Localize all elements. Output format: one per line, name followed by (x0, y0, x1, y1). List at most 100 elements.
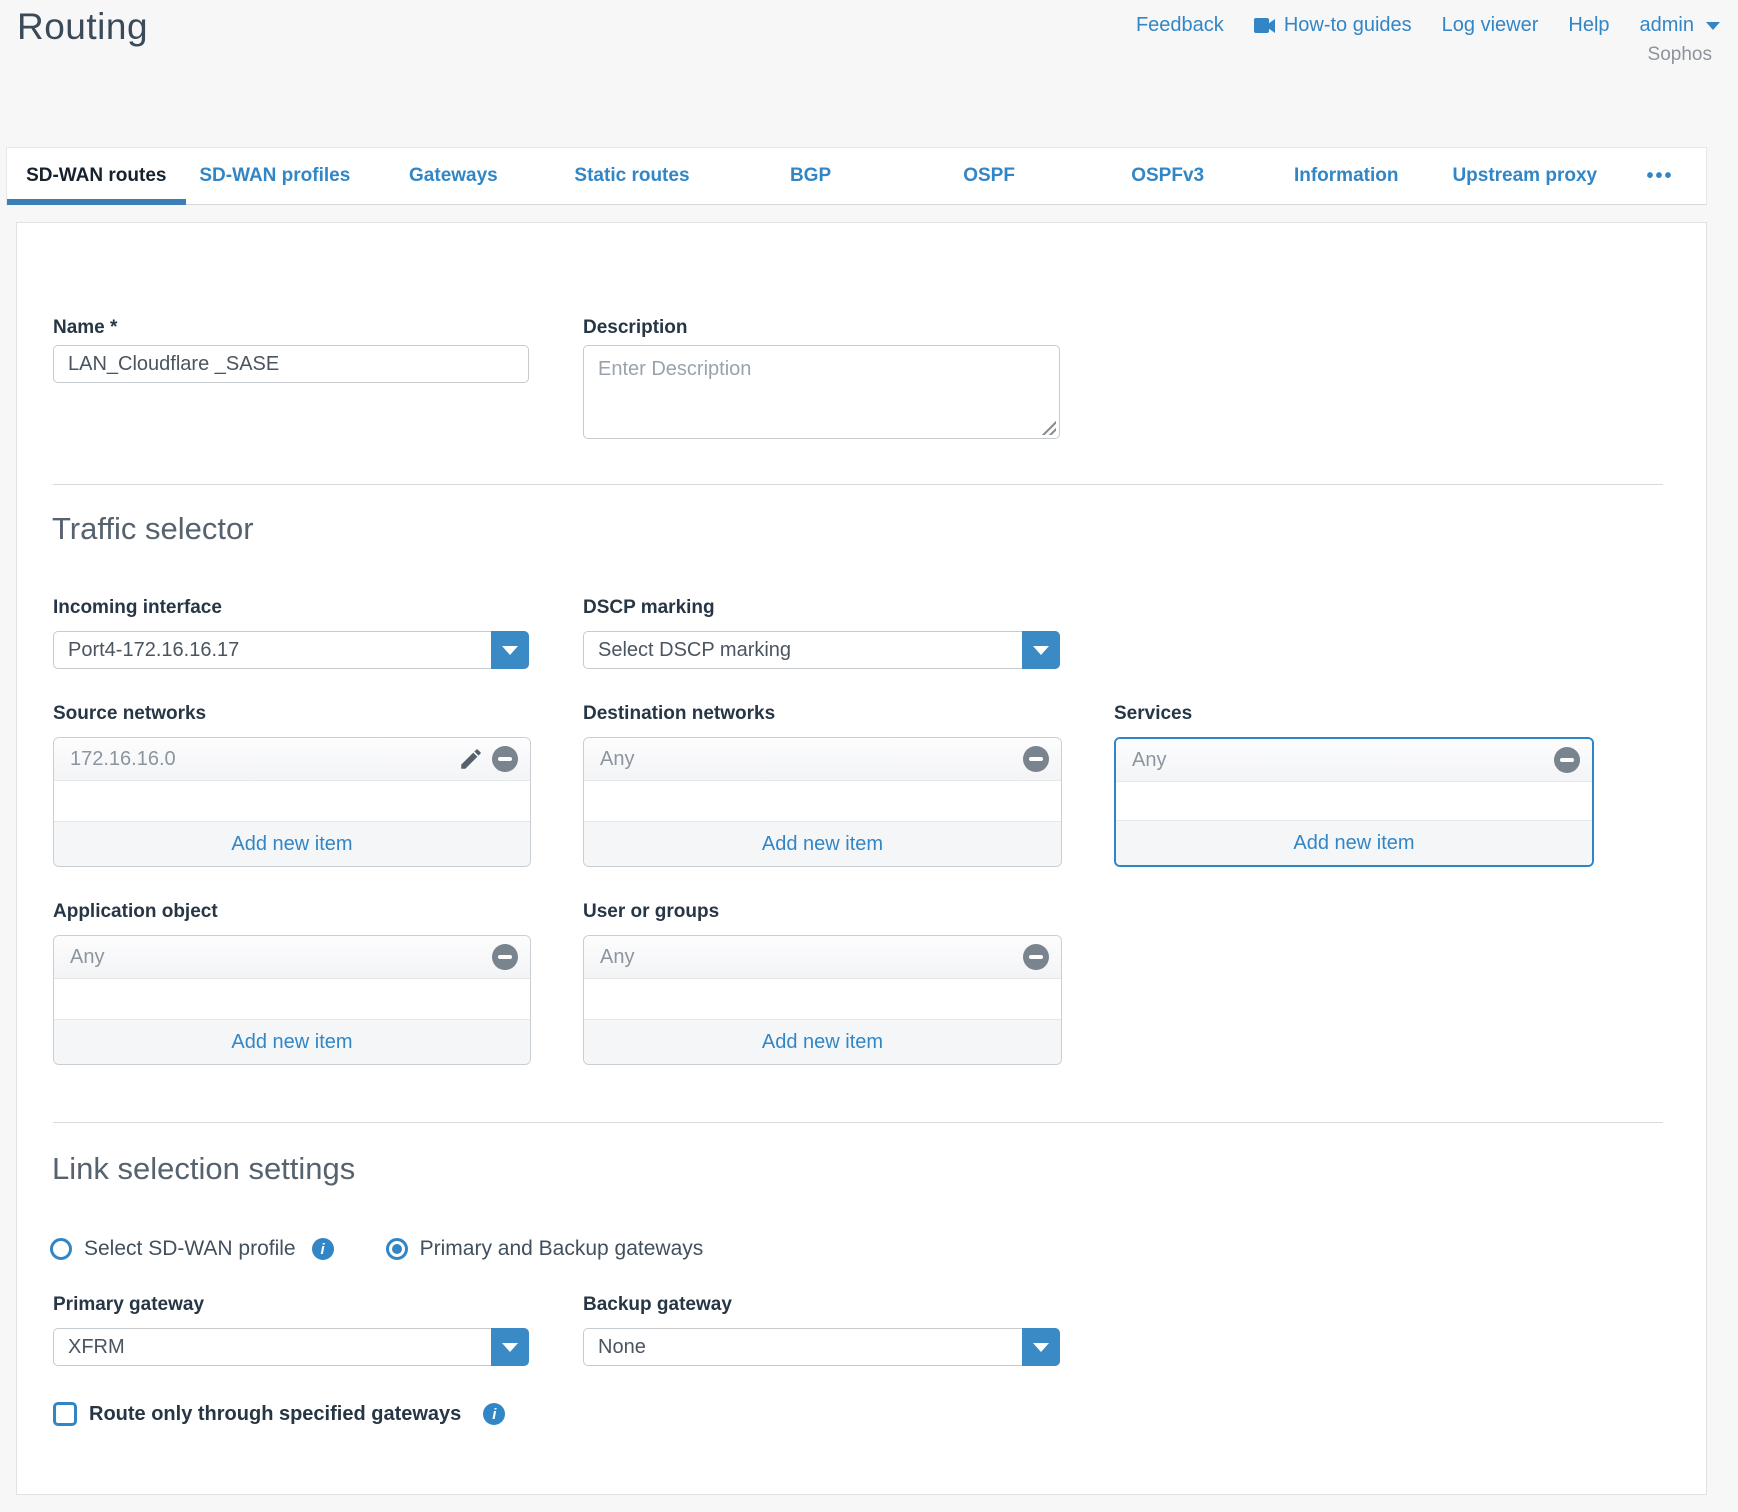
dscp-marking-value: Select DSCP marking (584, 639, 1022, 662)
tab-sdwan-profiles[interactable]: SD-WAN profiles (186, 148, 365, 204)
row-icons (1023, 746, 1049, 772)
info-icon[interactable]: i (483, 1403, 505, 1425)
item-label: 172.16.16.0 (70, 748, 458, 771)
description-textarea[interactable] (583, 345, 1060, 439)
description-field-wrap (583, 345, 1060, 439)
chevron-down-icon (502, 1343, 518, 1352)
howto-guides-link[interactable]: How-to guides (1254, 14, 1412, 37)
info-icon[interactable]: i (312, 1238, 334, 1260)
radio-primary-backup-gateways[interactable] (386, 1238, 408, 1260)
remove-icon[interactable] (1023, 944, 1049, 970)
backup-gateway-dropdown[interactable]: None (583, 1328, 1060, 1366)
application-object-label: Application object (53, 901, 218, 923)
item-label: Any (1132, 749, 1554, 772)
dropdown-button[interactable] (1022, 631, 1060, 669)
list-item: Any (1116, 739, 1592, 782)
listbox-spacer (54, 781, 530, 821)
remove-icon[interactable] (1554, 747, 1580, 773)
listbox-spacer (54, 979, 530, 1019)
list-item: Any (584, 936, 1061, 979)
route-only-row: Route only through specified gateways i (53, 1402, 505, 1426)
radio-label-sdwan-profile: Select SD-WAN profile (84, 1237, 296, 1261)
link-selection-heading: Link selection settings (52, 1151, 355, 1187)
dropdown-button[interactable] (1022, 1328, 1060, 1366)
listbox-spacer (584, 979, 1061, 1019)
remove-icon[interactable] (1023, 746, 1049, 772)
description-label: Description (583, 317, 688, 339)
add-new-item-button[interactable]: Add new item (54, 821, 530, 866)
tab-information[interactable]: Information (1257, 148, 1436, 204)
tab-gateways[interactable]: Gateways (364, 148, 543, 204)
name-label: Name * (53, 317, 117, 339)
backup-gateway-label: Backup gateway (583, 1294, 732, 1316)
list-item: Any (54, 936, 530, 979)
item-label: Any (600, 748, 1023, 771)
dscp-marking-dropdown[interactable]: Select DSCP marking (583, 631, 1060, 669)
row-icons (492, 944, 518, 970)
incoming-interface-label: Incoming interface (53, 597, 222, 619)
help-link[interactable]: Help (1568, 14, 1609, 37)
incoming-interface-dropdown[interactable]: Port4-172.16.16.17 (53, 631, 529, 669)
primary-gateway-label: Primary gateway (53, 1294, 204, 1316)
admin-menu-button[interactable]: admin (1640, 14, 1720, 37)
add-new-item-button[interactable]: Add new item (54, 1019, 530, 1064)
tab-bar: SD-WAN routes SD-WAN profiles Gateways S… (6, 147, 1707, 205)
chevron-down-icon (1033, 1343, 1049, 1352)
help-label: Help (1568, 14, 1609, 37)
more-tabs-button[interactable]: ••• (1614, 148, 1706, 204)
tab-bgp[interactable]: BGP (721, 148, 900, 204)
user-or-groups-label: User or groups (583, 901, 719, 923)
content-card: Name * Description Traffic selector Inco… (16, 222, 1707, 1495)
remove-icon[interactable] (492, 944, 518, 970)
traffic-selector-heading: Traffic selector (52, 511, 254, 547)
tab-ospf[interactable]: OSPF (900, 148, 1079, 204)
brand-name: Sophos (1648, 44, 1712, 66)
services-box: Any Add new item (1114, 737, 1594, 867)
chevron-down-icon (1033, 646, 1049, 655)
incoming-interface-value: Port4-172.16.16.17 (54, 639, 491, 662)
primary-gateway-dropdown[interactable]: XFRM (53, 1328, 529, 1366)
add-new-item-button[interactable]: Add new item (1116, 820, 1592, 865)
route-only-checkbox[interactable] (53, 1402, 77, 1426)
tab-ospfv3[interactable]: OSPFv3 (1078, 148, 1257, 204)
services-label: Services (1114, 703, 1192, 725)
section-divider (53, 1122, 1663, 1123)
list-item: Any (584, 738, 1061, 781)
user-or-groups-box: Any Add new item (583, 935, 1062, 1065)
row-icons (1023, 944, 1049, 970)
radio-select-sdwan-profile[interactable] (50, 1238, 72, 1260)
listbox-spacer (1116, 782, 1592, 820)
source-networks-label: Source networks (53, 703, 206, 725)
dscp-marking-label: DSCP marking (583, 597, 715, 619)
chevron-down-icon (502, 646, 518, 655)
link-selection-radio-group: Select SD-WAN profile i Primary and Back… (50, 1237, 703, 1261)
name-input[interactable] (53, 345, 529, 383)
feedback-link[interactable]: Feedback (1136, 14, 1224, 37)
add-new-item-button[interactable]: Add new item (584, 821, 1061, 866)
dropdown-button[interactable] (491, 1328, 529, 1366)
page-title: Routing (17, 6, 148, 48)
caret-down-icon (1706, 22, 1720, 30)
source-networks-box: 172.16.16.0 Add new item (53, 737, 531, 867)
item-label: Any (600, 946, 1023, 969)
primary-gateway-value: XFRM (54, 1336, 491, 1359)
tab-sdwan-routes[interactable]: SD-WAN routes (7, 148, 186, 204)
dropdown-button[interactable] (491, 631, 529, 669)
log-viewer-link[interactable]: Log viewer (1442, 14, 1539, 37)
top-nav: Feedback How-to guides Log viewer Help a… (1136, 14, 1720, 37)
row-icons (458, 746, 518, 772)
tab-static-routes[interactable]: Static routes (543, 148, 722, 204)
listbox-spacer (584, 781, 1061, 821)
add-new-item-button[interactable]: Add new item (584, 1019, 1061, 1064)
destination-networks-box: Any Add new item (583, 737, 1062, 867)
remove-icon[interactable] (492, 746, 518, 772)
tab-upstream-proxy[interactable]: Upstream proxy (1436, 148, 1615, 204)
row-icons (1554, 747, 1580, 773)
destination-networks-label: Destination networks (583, 703, 775, 725)
admin-label: admin (1640, 14, 1694, 37)
backup-gateway-value: None (584, 1336, 1022, 1359)
application-object-box: Any Add new item (53, 935, 531, 1065)
feedback-label: Feedback (1136, 14, 1224, 37)
route-only-label: Route only through specified gateways (89, 1403, 461, 1426)
edit-icon[interactable] (458, 746, 484, 772)
